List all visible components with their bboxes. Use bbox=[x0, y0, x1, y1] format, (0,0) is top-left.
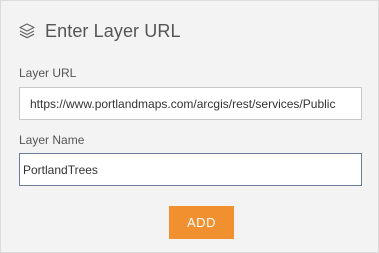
add-layer-panel: Enter Layer URL Layer URL Layer Name ADD bbox=[0, 0, 379, 253]
panel-header: Enter Layer URL bbox=[18, 18, 181, 44]
layer-name-input[interactable] bbox=[19, 153, 362, 186]
panel-title: Enter Layer URL bbox=[45, 20, 181, 41]
layer-name-label: Layer Name bbox=[19, 133, 85, 147]
layer-url-input[interactable] bbox=[19, 87, 362, 120]
add-button[interactable]: ADD bbox=[169, 206, 234, 239]
layers-icon bbox=[18, 22, 36, 40]
layer-url-label: Layer URL bbox=[19, 66, 77, 80]
